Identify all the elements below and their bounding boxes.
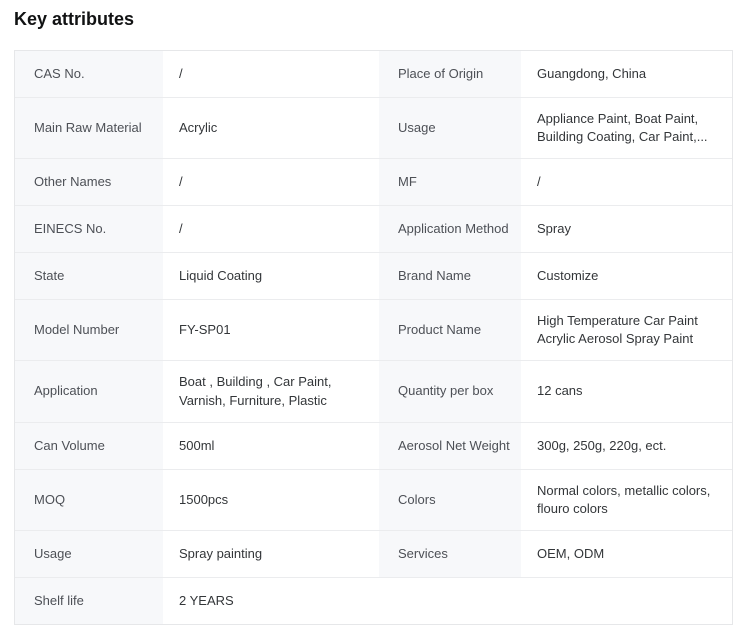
attribute-label: Application [15, 361, 163, 421]
section-title: Key attributes [14, 9, 738, 31]
attribute-value: Spray [521, 206, 732, 252]
attribute-label: Other Names [15, 159, 163, 205]
attribute-value: High Temperature Car Paint Acrylic Aeros… [521, 300, 732, 360]
attribute-label: MOQ [15, 470, 163, 530]
attribute-value: FY-SP01 [163, 300, 379, 360]
attribute-label: Application Method [379, 206, 521, 252]
attribute-value: 300g, 250g, 220g, ect. [521, 423, 732, 469]
attribute-value: 500ml [163, 423, 379, 469]
attributes-table: CAS No. / Place of Origin Guangdong, Chi… [14, 50, 733, 626]
table-row: State Liquid Coating Brand Name Customiz… [15, 252, 732, 299]
attribute-label: Model Number [15, 300, 163, 360]
attribute-label: Aerosol Net Weight [379, 423, 521, 469]
attribute-value: / [163, 206, 379, 252]
attribute-label: Brand Name [379, 253, 521, 299]
attribute-label: CAS No. [15, 51, 163, 97]
attribute-value: 12 cans [521, 361, 732, 421]
attribute-value: / [521, 159, 732, 205]
table-row: Usage Spray painting Services OEM, ODM [15, 530, 732, 577]
attribute-label: Place of Origin [379, 51, 521, 97]
attribute-label: Quantity per box [379, 361, 521, 421]
attribute-value: Normal colors, metallic colors, flouro c… [521, 470, 732, 530]
attribute-value: OEM, ODM [521, 531, 732, 577]
attribute-value: Spray painting [163, 531, 379, 577]
table-row: CAS No. / Place of Origin Guangdong, Chi… [15, 51, 732, 97]
attribute-label: MF [379, 159, 521, 205]
attribute-label: Usage [379, 98, 521, 158]
attribute-value: 1500pcs [163, 470, 379, 530]
attribute-label: EINECS No. [15, 206, 163, 252]
attribute-label: Colors [379, 470, 521, 530]
attribute-value: Guangdong, China [521, 51, 732, 97]
attribute-label: Can Volume [15, 423, 163, 469]
attribute-label: Usage [15, 531, 163, 577]
attribute-label: Services [379, 531, 521, 577]
attribute-label: Shelf life [15, 578, 163, 624]
table-row: MOQ 1500pcs Colors Normal colors, metall… [15, 469, 732, 530]
attribute-label: Main Raw Material [15, 98, 163, 158]
attribute-value: Acrylic [163, 98, 379, 158]
attribute-value: 2 YEARS [163, 578, 732, 624]
table-row: Application Boat , Building , Car Paint,… [15, 360, 732, 421]
attribute-value: Boat , Building , Car Paint, Varnish, Fu… [163, 361, 379, 421]
table-row: Can Volume 500ml Aerosol Net Weight 300g… [15, 422, 732, 469]
key-attributes-section: Key attributes CAS No. / Place of Origin… [0, 0, 752, 641]
table-row: Shelf life 2 YEARS [15, 577, 732, 624]
attribute-value: Appliance Paint, Boat Paint, Building Co… [521, 98, 732, 158]
attribute-value: Customize [521, 253, 732, 299]
table-row: EINECS No. / Application Method Spray [15, 205, 732, 252]
table-row: Main Raw Material Acrylic Usage Applianc… [15, 97, 732, 158]
attribute-value: / [163, 159, 379, 205]
attribute-value: Liquid Coating [163, 253, 379, 299]
table-row: Other Names / MF / [15, 158, 732, 205]
attribute-value: / [163, 51, 379, 97]
attribute-label: Product Name [379, 300, 521, 360]
attribute-label: State [15, 253, 163, 299]
table-row: Model Number FY-SP01 Product Name High T… [15, 299, 732, 360]
